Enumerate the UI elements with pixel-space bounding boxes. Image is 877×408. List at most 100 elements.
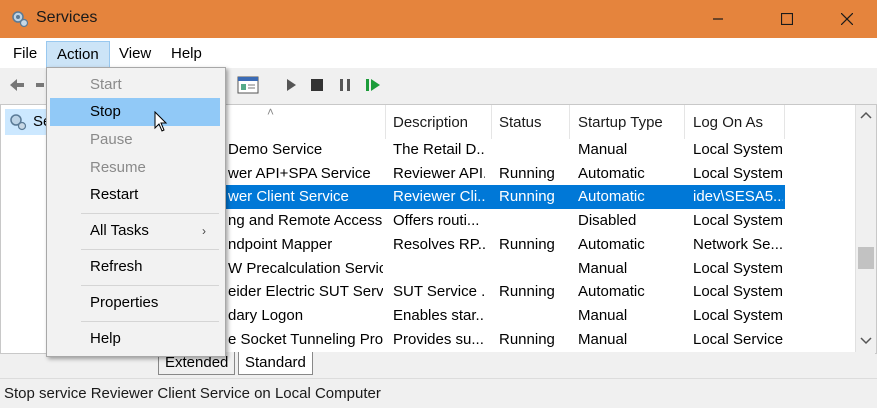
restart-service-icon[interactable] (364, 76, 382, 94)
column-separator[interactable] (385, 105, 386, 139)
scroll-down-icon[interactable] (860, 337, 872, 345)
service-name: dary Logon (228, 306, 304, 324)
service-startup-type: Disabled (578, 212, 637, 230)
table-row[interactable]: ng and Remote Access Offers routi... Disab… (153, 209, 785, 233)
column-header-startup-type[interactable]: Startup Type (578, 105, 663, 139)
menu-item-refresh[interactable]: Refresh (50, 253, 220, 281)
table-row[interactable]: dary Logon Enables star... Manual Local Sys… (153, 304, 785, 328)
services-gear-icon (12, 11, 29, 28)
service-name: W Precalculation Servic... (228, 259, 383, 277)
window-title: Services (36, 9, 98, 26)
service-name: eider Electric SUT Service (228, 283, 383, 301)
table-row[interactable]: ndpoint Mapper Resolves RP... Running Autom… (153, 233, 785, 257)
service-name: wer Client Service (228, 188, 349, 206)
table-row[interactable]: wer API+SPA Service Reviewer API... Runnin… (153, 162, 785, 186)
column-header-description[interactable]: Description (393, 105, 468, 139)
menu-item-stop[interactable]: Stop (50, 98, 220, 126)
service-name: ndpoint Mapper (228, 235, 333, 253)
service-description: Reviewer Cli... (393, 188, 485, 206)
service-description: Resolves RP... (393, 235, 485, 253)
close-icon (841, 13, 853, 25)
close-button[interactable] (824, 0, 870, 38)
menu-item-resume[interactable]: Resume (50, 154, 220, 182)
service-description: The Retail D... (393, 141, 485, 158)
service-startup-type: Manual (578, 141, 628, 158)
status-bar: Stop service Reviewer Client Service on … (0, 378, 877, 408)
service-startup-type: Manual (578, 259, 628, 277)
service-description: Reviewer API... (393, 164, 485, 182)
menu-separator (81, 285, 219, 286)
column-header-log-on-as[interactable]: Log On As (693, 105, 763, 139)
menu-file[interactable]: File (13, 43, 37, 65)
table-row[interactable]: eider Electric SUT Service SUT Service ..… (153, 280, 785, 304)
service-startup-type: Automatic (578, 188, 645, 206)
start-service-icon[interactable] (282, 76, 300, 94)
sort-ascending-icon: ˄ (267, 105, 275, 119)
menu-help[interactable]: Help (171, 43, 202, 65)
view-tabs: Extended Standard (152, 352, 875, 376)
menu-item-properties[interactable]: Properties (50, 289, 220, 317)
menu-item-all-tasks[interactable]: All Tasks › (50, 217, 220, 245)
service-log-on-as: Local System (693, 306, 783, 324)
scroll-up-icon[interactable] (860, 111, 872, 119)
service-name: wer API+SPA Service (228, 164, 371, 182)
menu-bar: File Action View Help (0, 38, 877, 69)
column-separator[interactable] (491, 105, 492, 139)
minimize-icon (713, 18, 723, 20)
minimize-button[interactable] (695, 0, 741, 38)
service-startup-type: Automatic (578, 235, 645, 253)
maximize-button[interactable] (764, 0, 810, 38)
service-log-on-as: Local System (693, 212, 783, 230)
service-name: Demo Service (228, 141, 323, 158)
service-startup-type: Manual (578, 306, 628, 324)
scrollbar-thumb[interactable] (858, 247, 874, 269)
service-description: Provides su... (393, 330, 484, 348)
title-bar: Services (0, 0, 877, 38)
service-log-on-as: idev\SESA5... (693, 188, 783, 206)
column-header-status[interactable]: Status (499, 105, 542, 139)
export-list-icon[interactable] (237, 76, 259, 94)
back-arrow-icon[interactable] (8, 76, 26, 94)
menu-item-restart[interactable]: Restart (50, 181, 220, 209)
service-startup-type: Manual (578, 330, 628, 348)
tab-standard[interactable]: Standard (238, 352, 313, 375)
service-log-on-as: Local Service (693, 330, 783, 348)
service-description: Offers routi... (393, 212, 480, 230)
column-separator[interactable] (569, 105, 570, 139)
pause-service-icon[interactable] (336, 76, 354, 94)
service-status (499, 257, 565, 281)
table-row[interactable]: e Socket Tunneling Pro... Provides su... R… (153, 328, 785, 352)
menu-separator (81, 321, 219, 322)
status-text: Stop service Reviewer Client Service on … (4, 385, 381, 402)
service-startup-type: Automatic (578, 283, 645, 301)
mouse-cursor-icon (154, 111, 168, 132)
table-row[interactable]: W Precalculation Servic... Manual Local Sy… (153, 257, 785, 281)
menu-item-start[interactable]: Start (50, 71, 220, 99)
service-description: SUT Service ... (393, 283, 485, 301)
menu-separator (81, 213, 219, 214)
menu-separator (81, 249, 219, 250)
service-status (499, 209, 565, 233)
menu-action[interactable]: Action (46, 41, 110, 68)
table-row[interactable]: Demo Service The Retail D... Manual Local S… (153, 138, 785, 162)
service-status: Running (499, 330, 555, 348)
vertical-scrollbar[interactable] (855, 105, 876, 353)
menu-item-pause[interactable]: Pause (50, 126, 220, 154)
service-name: ng and Remote Access (228, 212, 383, 230)
column-separator[interactable] (684, 105, 685, 139)
stop-service-icon[interactable] (308, 76, 326, 94)
submenu-arrow-icon: › (202, 224, 206, 238)
service-description: Enables star... (393, 306, 485, 324)
menu-view[interactable]: View (119, 43, 151, 65)
services-list: ˄ Description Status Startup Type Log On… (152, 104, 877, 354)
column-separator[interactable] (784, 105, 785, 139)
service-status (499, 304, 565, 328)
service-log-on-as: Local System (693, 164, 783, 182)
service-status (499, 138, 565, 162)
service-status: Running (499, 188, 555, 206)
service-log-on-as: Network Se... (693, 235, 783, 253)
service-status: Running (499, 235, 555, 253)
service-startup-type: Automatic (578, 164, 645, 182)
menu-item-help[interactable]: Help (50, 325, 220, 353)
table-row[interactable]: wer Client Service Reviewer Cli... Running… (153, 185, 785, 210)
